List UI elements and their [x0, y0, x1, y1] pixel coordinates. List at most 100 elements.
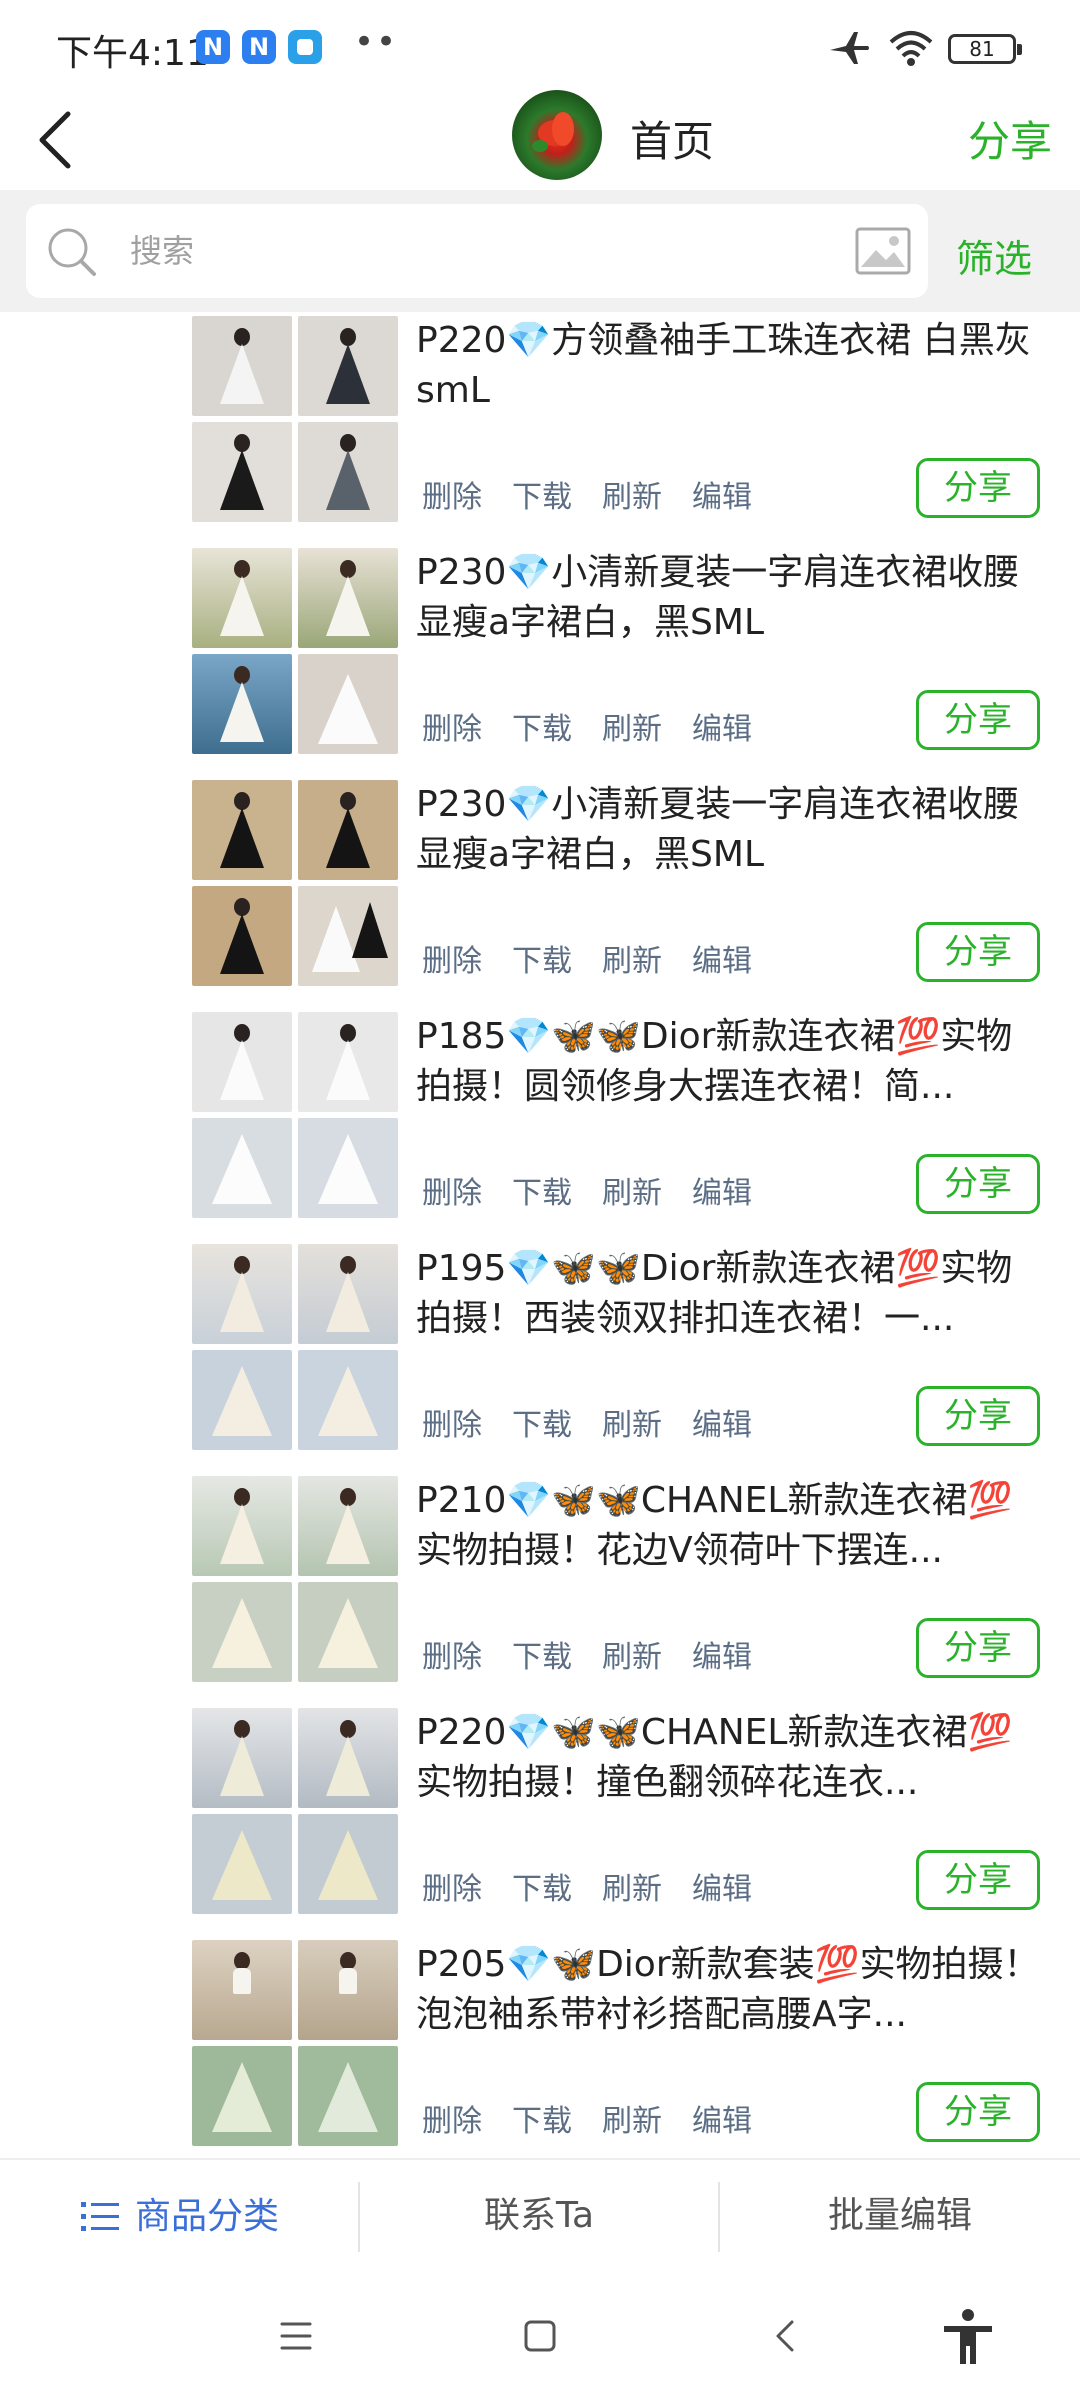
- product-title[interactable]: P185💎🦋🦋Dior新款连衣裙💯实物拍摄！圆领修身大摆连衣裙！简...: [416, 1012, 1042, 1112]
- product-thumbnails[interactable]: [192, 1012, 400, 1220]
- product-share-button[interactable]: 分享: [916, 690, 1040, 750]
- contact-button[interactable]: 联系Ta: [360, 2160, 718, 2274]
- shop-avatar[interactable]: [512, 90, 602, 180]
- product-thumbnail[interactable]: [192, 1814, 292, 1914]
- product-thumbnails[interactable]: [192, 316, 400, 524]
- product-item[interactable]: P230💎小清新夏装一字肩连衣裙收腰显瘦a字裙白，黑SML 删除 下载 刷新 编辑 分…: [0, 776, 1080, 1008]
- product-thumbnail[interactable]: [192, 1012, 292, 1112]
- edit-button[interactable]: 编辑: [692, 936, 752, 980]
- refresh-button[interactable]: 刷新: [602, 704, 662, 748]
- refresh-button[interactable]: 刷新: [602, 472, 662, 516]
- download-button[interactable]: 下载: [512, 1864, 572, 1908]
- product-thumbnail[interactable]: [298, 1940, 398, 2040]
- product-share-button[interactable]: 分享: [916, 1850, 1040, 1910]
- batch-edit-button[interactable]: 批量编辑: [720, 2160, 1080, 2274]
- product-thumbnail[interactable]: [298, 780, 398, 880]
- product-thumbnails[interactable]: [192, 1940, 400, 2148]
- edit-button[interactable]: 编辑: [692, 1632, 752, 1676]
- product-thumbnail[interactable]: [192, 654, 292, 754]
- product-share-button[interactable]: 分享: [916, 458, 1040, 518]
- refresh-button[interactable]: 刷新: [602, 1864, 662, 1908]
- product-thumbnail[interactable]: [192, 886, 292, 986]
- download-button[interactable]: 下载: [512, 1400, 572, 1444]
- edit-button[interactable]: 编辑: [692, 1864, 752, 1908]
- search-box[interactable]: [26, 204, 928, 298]
- product-title[interactable]: P210💎🦋🦋CHANEL新款连衣裙💯实物拍摄！花边V领荷叶下摆连...: [416, 1476, 1042, 1576]
- product-thumbnail[interactable]: [192, 548, 292, 648]
- product-item[interactable]: P185💎🦋🦋Dior新款连衣裙💯实物拍摄！圆领修身大摆连衣裙！简... 删除下…: [0, 1008, 1080, 1240]
- product-title[interactable]: P220💎🦋🦋CHANEL新款连衣裙💯实物拍摄！撞色翻领碎花连衣...: [416, 1708, 1042, 1808]
- delete-button[interactable]: 删除: [422, 1632, 482, 1676]
- product-thumbnail[interactable]: [192, 1940, 292, 2040]
- edit-button[interactable]: 编辑: [692, 472, 752, 516]
- refresh-button[interactable]: 刷新: [602, 1632, 662, 1676]
- product-thumbnail[interactable]: [298, 654, 398, 754]
- back-button[interactable]: [28, 102, 92, 178]
- edit-button[interactable]: 编辑: [692, 1400, 752, 1444]
- product-thumbnail[interactable]: [298, 422, 398, 522]
- product-thumbnail[interactable]: [192, 1582, 292, 1682]
- product-item[interactable]: P230💎小清新夏装一字肩连衣裙收腰显瘦a字裙白，黑SML 删除 下载 刷新 编辑 分…: [0, 544, 1080, 776]
- product-thumbnails[interactable]: [192, 780, 400, 988]
- product-thumbnail[interactable]: [298, 886, 398, 986]
- product-thumbnail[interactable]: [192, 1350, 292, 1450]
- delete-button[interactable]: 删除: [422, 936, 482, 980]
- image-search-icon[interactable]: [854, 222, 912, 280]
- product-item[interactable]: P220💎方领叠袖手工珠连衣裙 白黑灰smL 删除 下载 刷新 编辑 分享: [0, 312, 1080, 544]
- product-thumbnail[interactable]: [298, 316, 398, 416]
- product-share-button[interactable]: 分享: [916, 1618, 1040, 1678]
- download-button[interactable]: 下载: [512, 1168, 572, 1212]
- product-thumbnail[interactable]: [192, 316, 292, 416]
- menu-icon[interactable]: [268, 2308, 324, 2364]
- product-thumbnail[interactable]: [298, 1708, 398, 1808]
- product-thumbnail[interactable]: [298, 2046, 398, 2146]
- refresh-button[interactable]: 刷新: [602, 1400, 662, 1444]
- product-item[interactable]: P210💎🦋🦋CHANEL新款连衣裙💯实物拍摄！花边V领荷叶下摆连... 删除下…: [0, 1472, 1080, 1704]
- product-thumbnail[interactable]: [192, 1476, 292, 1576]
- product-item[interactable]: P220💎🦋🦋CHANEL新款连衣裙💯实物拍摄！撞色翻领碎花连衣... 删除 下载…: [0, 1704, 1080, 1936]
- product-thumbnail[interactable]: [298, 1476, 398, 1576]
- product-title[interactable]: P230💎小清新夏装一字肩连衣裙收腰显瘦a字裙白，黑SML: [416, 548, 1042, 648]
- product-thumbnail[interactable]: [298, 548, 398, 648]
- edit-button[interactable]: 编辑: [692, 704, 752, 748]
- product-thumbnail[interactable]: [298, 1012, 398, 1112]
- refresh-button[interactable]: 刷新: [602, 1168, 662, 1212]
- product-thumbnails[interactable]: [192, 1476, 400, 1684]
- product-thumbnail[interactable]: [192, 1708, 292, 1808]
- accessibility-icon[interactable]: [938, 2306, 998, 2366]
- product-thumbnail[interactable]: [192, 1244, 292, 1344]
- product-share-button[interactable]: 分享: [916, 1154, 1040, 1214]
- product-thumbnail[interactable]: [298, 1582, 398, 1682]
- product-share-button[interactable]: 分享: [916, 922, 1040, 982]
- product-title[interactable]: P195💎🦋🦋Dior新款连衣裙💯实物拍摄！西装领双排扣连衣裙！一...: [416, 1244, 1042, 1344]
- download-button[interactable]: 下载: [512, 704, 572, 748]
- category-button[interactable]: 商品分类: [0, 2160, 358, 2274]
- product-thumbnails[interactable]: [192, 548, 400, 756]
- product-thumbnail[interactable]: [192, 780, 292, 880]
- delete-button[interactable]: 删除: [422, 1864, 482, 1908]
- delete-button[interactable]: 删除: [422, 2096, 482, 2140]
- product-title[interactable]: P230💎小清新夏装一字肩连衣裙收腰显瘦a字裙白，黑SML: [416, 780, 1042, 880]
- product-item[interactable]: P195💎🦋🦋Dior新款连衣裙💯实物拍摄！西装领双排扣连衣裙！一... 删除下…: [0, 1240, 1080, 1472]
- download-button[interactable]: 下载: [512, 1632, 572, 1676]
- edit-button[interactable]: 编辑: [692, 1168, 752, 1212]
- delete-button[interactable]: 删除: [422, 1168, 482, 1212]
- product-thumbnail[interactable]: [298, 1118, 398, 1218]
- product-thumbnail[interactable]: [298, 1244, 398, 1344]
- product-thumbnail[interactable]: [192, 1118, 292, 1218]
- delete-button[interactable]: 删除: [422, 472, 482, 516]
- refresh-button[interactable]: 刷新: [602, 2096, 662, 2140]
- share-button[interactable]: 分享: [968, 108, 1052, 169]
- download-button[interactable]: 下载: [512, 2096, 572, 2140]
- home-icon[interactable]: [512, 2308, 568, 2364]
- product-share-button[interactable]: 分享: [916, 1386, 1040, 1446]
- search-input[interactable]: [130, 204, 830, 298]
- product-thumbnail[interactable]: [192, 2046, 292, 2146]
- back-nav-icon[interactable]: [758, 2308, 814, 2364]
- filter-button[interactable]: 筛选: [956, 228, 1032, 283]
- edit-button[interactable]: 编辑: [692, 2096, 752, 2140]
- delete-button[interactable]: 删除: [422, 1400, 482, 1444]
- product-title[interactable]: P205💎🦋Dior新款套装💯实物拍摄！泡泡袖系带衬衫搭配高腰A字...: [416, 1940, 1042, 2040]
- product-share-button[interactable]: 分享: [916, 2082, 1040, 2142]
- refresh-button[interactable]: 刷新: [602, 936, 662, 980]
